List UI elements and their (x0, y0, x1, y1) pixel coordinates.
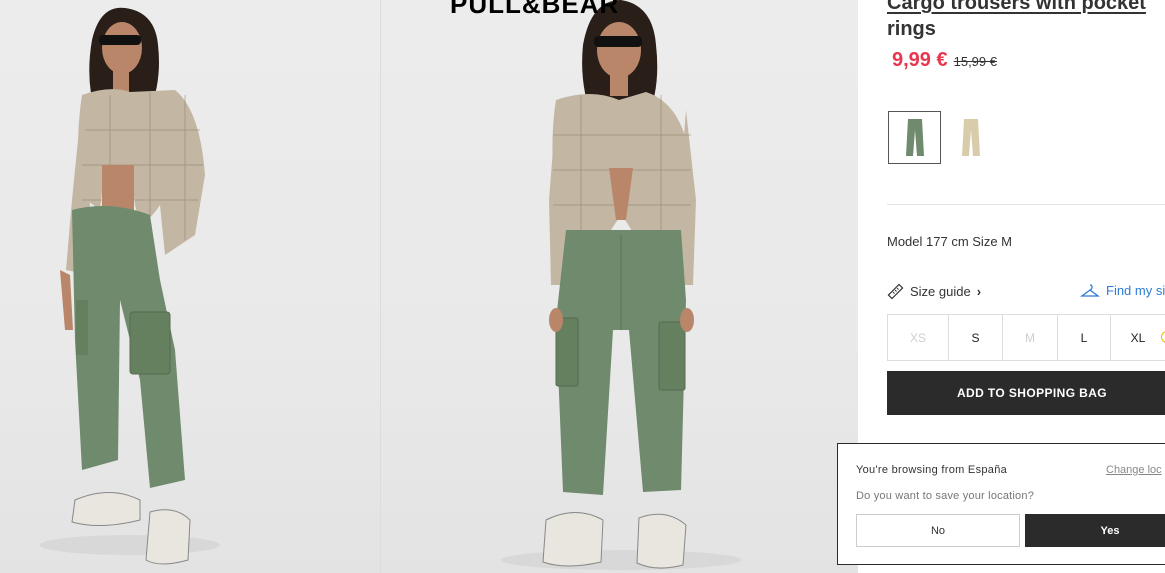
size-option-xl-label: XL (1130, 330, 1146, 345)
product-title-line-1: Cargo trousers with pocket (887, 0, 1146, 14)
location-no-button[interactable]: No (856, 514, 1020, 547)
low-stock-indicator-icon (1161, 331, 1165, 343)
model-illustration (501, 0, 741, 570)
find-my-size-link[interactable]: Find my si (1080, 283, 1165, 298)
product-title-line-2: rings (887, 18, 936, 40)
find-my-size-label: Find my si (1106, 283, 1165, 298)
model-illustration (40, 7, 220, 565)
size-option-m[interactable]: M (1002, 314, 1058, 361)
size-option-l[interactable]: L (1057, 314, 1111, 361)
current-price: 9,99 € (892, 49, 948, 71)
trousers-icon (961, 118, 980, 156)
add-to-shopping-bag-button[interactable]: ADD TO SHOPPING BAG (887, 371, 1165, 415)
product-title: Cargo trousers with pocket rings (887, 0, 1165, 42)
model-photo-side[interactable] (0, 0, 380, 573)
brand-logo[interactable]: PULL&BEAR (450, 0, 619, 20)
ruler-icon (887, 283, 904, 300)
section-divider (887, 204, 1165, 205)
color-swatch-beige[interactable] (944, 111, 997, 164)
hanger-icon (1080, 283, 1100, 297)
size-option-xl[interactable]: XL (1110, 314, 1165, 361)
size-guide-link[interactable]: Size guide › (887, 283, 981, 300)
model-info: Model 177 cm Size M (887, 234, 1012, 249)
location-popup-title: You're browsing from España (856, 464, 1008, 476)
location-popup-question: Do you want to save your location? (856, 490, 1035, 502)
size-selector: XS S M L XL (887, 314, 1165, 361)
size-option-s[interactable]: S (948, 314, 1003, 361)
original-price: 15,99 € (953, 54, 997, 69)
change-location-link[interactable]: Change loc (1106, 464, 1162, 476)
size-option-xs[interactable]: XS (887, 314, 949, 361)
model-photo-front[interactable] (381, 0, 858, 573)
location-yes-button[interactable]: Yes (1025, 514, 1165, 547)
color-swatch-khaki-green[interactable] (888, 111, 941, 164)
size-guide-label: Size guide (910, 284, 971, 299)
trousers-icon (905, 118, 924, 156)
chevron-right-icon: › (976, 284, 982, 299)
location-popup: You're browsing from España Change loc D… (837, 443, 1165, 565)
price-row: 9,99 € 15,99 € (892, 49, 997, 72)
